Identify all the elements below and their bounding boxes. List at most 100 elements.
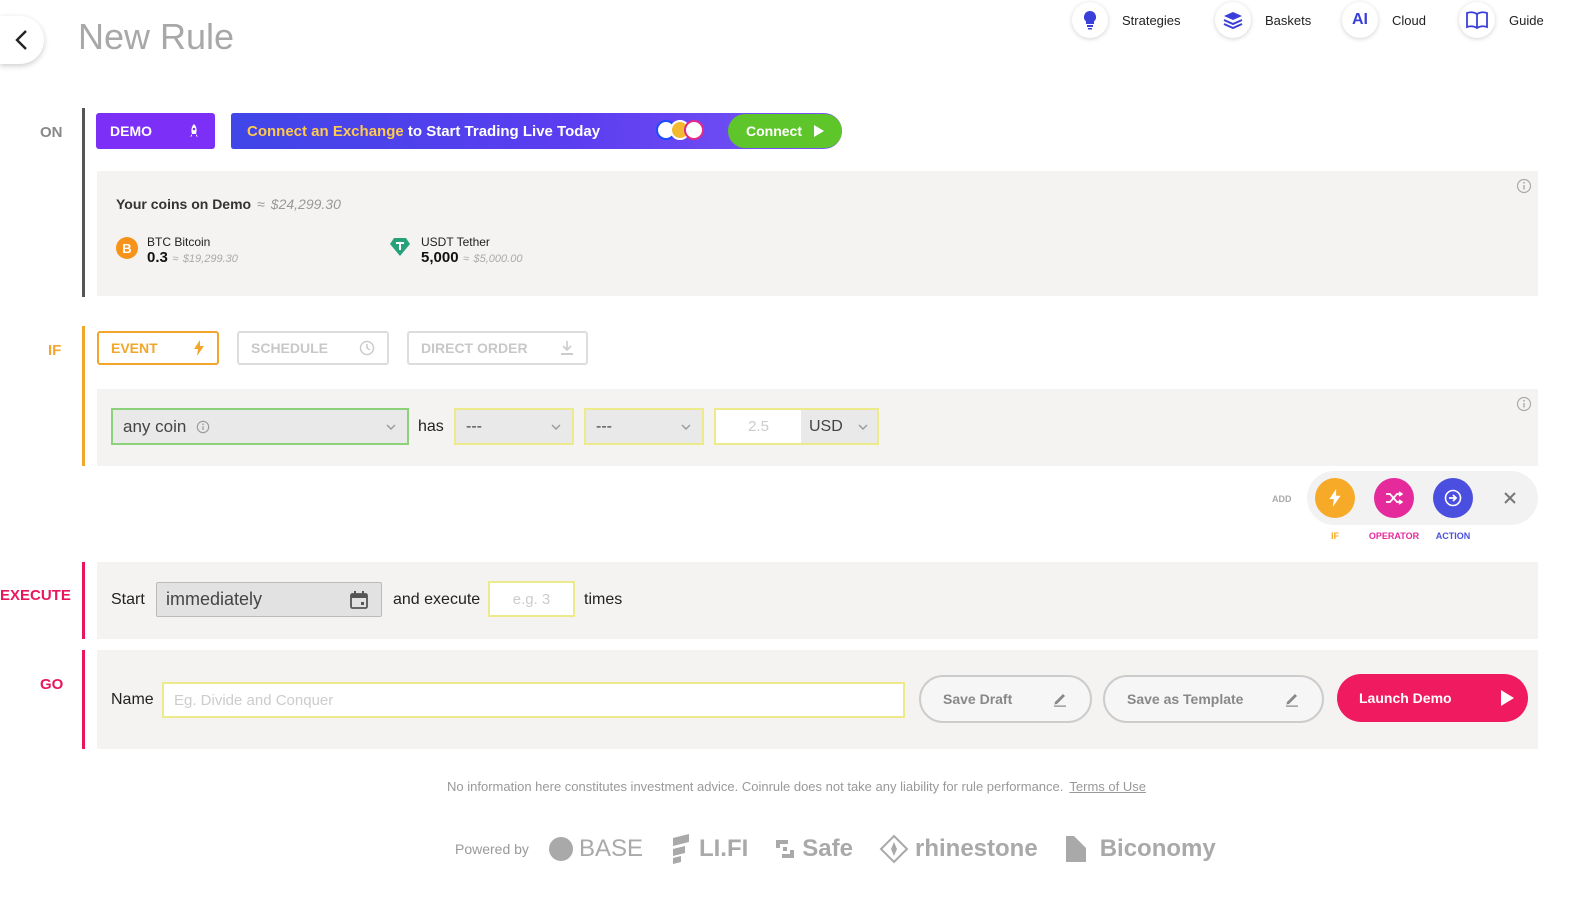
shuffle-icon — [1386, 491, 1403, 505]
coins-total: $24,299.30 — [270, 196, 341, 212]
coin-select[interactable]: any coin — [111, 408, 409, 445]
coin-select-value: any coin — [123, 416, 187, 436]
coin-name: BTC Bitcoin — [147, 235, 211, 249]
coin-item: USDT Tether 5,000 ≈ $5,000.00 — [389, 235, 522, 267]
calendar-icon — [350, 590, 368, 609]
brand-lifi: LI.FI — [669, 834, 748, 864]
demo-coins-panel: Your coins on Demo ≈ $24,299.30 B BTC Bi… — [97, 171, 1538, 296]
nav-strategies[interactable]: Strategies — [1072, 0, 1181, 40]
nav-baskets[interactable]: Baskets — [1215, 0, 1311, 40]
approx-symbol: ≈ — [172, 253, 179, 265]
demo-button[interactable]: DEMO — [96, 113, 215, 149]
save-draft-label: Save Draft — [943, 691, 1013, 707]
coin-name: USDT Tether — [421, 235, 490, 249]
rule-name-input[interactable]: Eg. Divide and Conquer — [162, 682, 905, 718]
coin-value: $5,000.00 — [473, 253, 523, 265]
info-icon[interactable] — [1516, 396, 1532, 412]
add-if-button[interactable] — [1315, 478, 1355, 518]
nav-guide[interactable]: Guide — [1459, 0, 1544, 40]
connect-label: Connect — [746, 123, 802, 139]
go-label: GO — [40, 676, 64, 693]
and-execute-label: and execute — [393, 591, 481, 608]
launch-label: Launch Demo — [1359, 690, 1452, 706]
connect-exchange-banner[interactable]: Connect an Exchange to Start Trading Liv… — [231, 113, 842, 149]
add-if-label: IF — [1331, 531, 1339, 541]
brand-safe: Safe — [774, 835, 853, 863]
pencil-icon — [1286, 694, 1298, 707]
demo-label: DEMO — [110, 123, 152, 139]
currency-select[interactable]: USD — [801, 410, 877, 443]
amount-input[interactable]: 2.5 — [716, 410, 801, 443]
brand-name: rhinestone — [915, 835, 1038, 862]
brand-base: BASE — [548, 835, 643, 863]
back-button[interactable] — [0, 16, 44, 64]
lightning-icon — [194, 340, 204, 356]
chevron-down-icon — [858, 424, 868, 430]
lifi-logo-icon — [672, 834, 689, 864]
info-icon[interactable] — [1516, 178, 1532, 194]
lightning-icon — [1329, 489, 1341, 507]
execute-times-input[interactable]: e.g. 3 — [488, 581, 575, 617]
tether-icon — [390, 238, 410, 256]
condition-select-1[interactable]: --- — [454, 408, 574, 445]
add-action-button[interactable] — [1433, 478, 1473, 518]
save-template-button[interactable]: Save as Template — [1103, 675, 1324, 723]
coin-amount: 5,000 — [421, 249, 459, 266]
on-label: ON — [40, 124, 63, 141]
play-icon — [1501, 690, 1514, 706]
condition-select-2[interactable]: --- — [584, 408, 704, 445]
nav-label: Strategies — [1122, 12, 1181, 28]
tab-label: EVENT — [111, 340, 158, 356]
go-bar — [82, 650, 85, 749]
tab-direct-order[interactable]: DIRECT ORDER — [407, 331, 588, 365]
close-icon[interactable] — [1503, 491, 1517, 505]
powered-by-row: Powered by BASE LI.FI Safe rhinestone Bi… — [455, 834, 1242, 864]
brand-biconomy: Biconomy — [1064, 834, 1216, 864]
if-label: IF — [48, 342, 62, 359]
amount-currency-group: 2.5 USD — [714, 408, 879, 445]
powered-by-label: Powered by — [455, 841, 529, 857]
terms-link[interactable]: Terms of Use — [1069, 779, 1146, 794]
times-label: times — [584, 591, 623, 608]
arrow-right-icon — [1444, 489, 1462, 507]
download-icon — [561, 341, 573, 355]
chevron-down-icon — [681, 424, 691, 430]
chevron-left-icon — [15, 30, 27, 50]
nav-cloud[interactable]: AI Cloud — [1342, 0, 1426, 40]
nav-label: Cloud — [1392, 12, 1426, 28]
ai-icon: AI — [1342, 2, 1378, 38]
select-value: --- — [596, 417, 612, 435]
info-icon — [197, 420, 210, 433]
add-operator-label: OPERATOR — [1368, 531, 1420, 541]
name-label: Name — [111, 691, 154, 708]
coins-summary: Your coins on Demo ≈ $24,299.30 — [116, 196, 341, 212]
brand-name: LI.FI — [698, 835, 749, 862]
layers-icon — [1215, 2, 1251, 38]
exchange-logos-icon — [656, 120, 704, 140]
nav-label: Guide — [1509, 12, 1544, 28]
if-bar — [82, 326, 85, 466]
bitcoin-icon: B — [116, 237, 138, 259]
tab-label: SCHEDULE — [251, 340, 329, 356]
biconomy-logo-icon — [1065, 836, 1086, 862]
approx-symbol: ≈ — [463, 253, 470, 265]
rhinestone-logo-icon — [879, 834, 909, 864]
save-draft-button[interactable]: Save Draft — [919, 675, 1092, 723]
start-label: Start — [111, 591, 145, 608]
lightbulb-icon — [1072, 2, 1108, 38]
clock-icon — [359, 340, 375, 356]
banner-text: Connect an Exchange to Start Trading Liv… — [247, 122, 601, 140]
disclaimer: No information here constitutes investme… — [0, 779, 1593, 794]
start-date-picker[interactable]: immediately — [156, 582, 382, 617]
tab-schedule[interactable]: SCHEDULE — [237, 331, 389, 365]
brand-rhinestone: rhinestone — [879, 834, 1038, 864]
on-bar — [82, 108, 85, 297]
currency-value: USD — [809, 417, 843, 435]
connect-button[interactable]: Connect — [728, 114, 842, 148]
add-operator-button[interactable] — [1374, 478, 1414, 518]
launch-demo-button[interactable]: Launch Demo — [1337, 674, 1528, 722]
coin-amount: 0.3 — [147, 249, 168, 266]
tab-event[interactable]: EVENT — [97, 331, 219, 365]
base-logo-icon — [548, 837, 573, 861]
coin-item: B BTC Bitcoin 0.3 ≈ $19,299.30 — [116, 235, 238, 267]
